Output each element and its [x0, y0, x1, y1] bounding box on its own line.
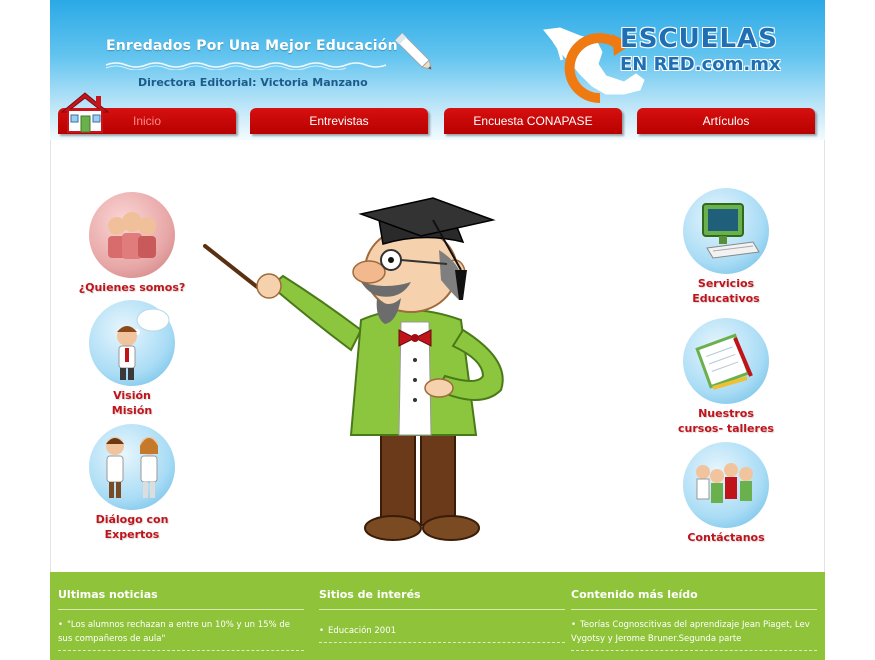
site-logo[interactable]: ESCUELAS EN RED.com.mx	[540, 24, 800, 104]
menu-label: ¿Quienes somos?	[78, 281, 186, 294]
bullet-icon: •	[319, 626, 325, 636]
notebook-pencil-icon	[683, 318, 769, 404]
director-name: Victoria Manzano	[260, 76, 368, 89]
menu-quienes-somos[interactable]: ¿Quienes somos?	[77, 192, 187, 295]
menu-label: Servicios Educativos	[692, 277, 760, 305]
footer-link[interactable]: • "Los alumnos rechazan a entre un 10% y …	[58, 618, 304, 646]
people-group-icon	[89, 192, 175, 278]
kids-group-icon	[683, 442, 769, 528]
dashed-divider	[319, 642, 565, 643]
footer-title: Sitios de interés	[319, 588, 565, 610]
menu-label: Visión Misión	[111, 389, 153, 417]
menu-servicios-educativos[interactable]: Servicios Educativos	[671, 188, 781, 306]
scribble-underline-icon	[105, 62, 387, 70]
footer-col-contenido-mas-leido: Contenido más leído • Teorías Cognoscitiv…	[571, 588, 817, 651]
footer-title: Ultimas noticias	[58, 588, 304, 610]
footer-link[interactable]: • Teorías Cognoscitivas del aprendizaje J…	[571, 618, 817, 646]
menu-dialogo-expertos[interactable]: Diálogo con Expertos	[77, 424, 187, 542]
dialog-people-icon	[89, 424, 175, 510]
main-content: ¿Quienes somos? Visión Misión Diálogo co…	[50, 140, 825, 572]
menu-vision-mision[interactable]: Visión Misión	[77, 300, 187, 418]
menu-cursos-talleres[interactable]: Nuestros cursos- talleres	[671, 318, 781, 436]
menu-contactanos[interactable]: Contáctanos	[671, 442, 781, 545]
menu-label: Nuestros cursos- talleres	[678, 407, 774, 435]
footer-title: Contenido más leído	[571, 588, 817, 610]
dashed-divider	[571, 650, 817, 651]
nav-item-entrevistas[interactable]: Entrevistas	[250, 108, 428, 134]
main-nav: Inicio Entrevistas Encuesta CONAPASE Art…	[50, 108, 825, 136]
logo-text-escuelas: ESCUELAS	[620, 24, 778, 54]
bullet-icon: •	[571, 620, 577, 630]
director-label: Directora Editorial:	[138, 76, 257, 89]
thinking-boy-icon	[89, 300, 175, 386]
professor-mascot-illustration	[203, 197, 504, 541]
site-footer: Ultimas noticias • "Los alumnos rechazan …	[50, 572, 825, 660]
logo-text-enred: EN RED.com.mx	[620, 54, 781, 75]
nav-item-encuesta[interactable]: Encuesta CONAPASE	[444, 108, 622, 134]
bullet-icon: •	[58, 620, 64, 630]
footer-col-ultimas-noticias: Ultimas noticias • "Los alumnos rechazan …	[58, 588, 304, 651]
computer-icon	[683, 188, 769, 274]
site-tagline: Enredados Por Una Mejor Educación	[106, 38, 398, 54]
footer-col-sitios-interes: Sitios de interés • Educación 2001	[319, 588, 565, 643]
dashed-divider	[58, 650, 304, 651]
page: Enredados Por Una Mejor Educación Direct…	[50, 0, 825, 660]
home-icon[interactable]	[58, 90, 112, 134]
site-header: Enredados Por Una Mejor Educación Direct…	[50, 0, 825, 140]
director-line: Directora Editorial: Victoria Manzano	[138, 76, 368, 89]
pencil-icon	[394, 32, 432, 70]
menu-label: Diálogo con Expertos	[95, 513, 169, 541]
menu-label: Contáctanos	[687, 531, 765, 544]
footer-link[interactable]: • Educación 2001	[319, 624, 565, 638]
nav-item-articulos[interactable]: Artículos	[637, 108, 815, 134]
